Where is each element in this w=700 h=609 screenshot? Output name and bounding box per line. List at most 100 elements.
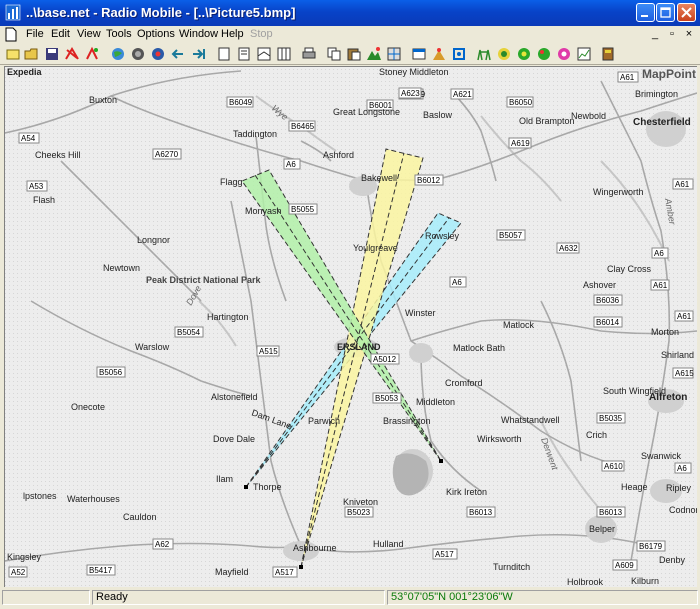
green-globe-2-icon[interactable] (536, 46, 552, 62)
window-title: ..\base.net - Radio Mobile - [..\Picture… (26, 5, 296, 20)
site-marker-kirk-ireton (439, 459, 443, 463)
road-label: B5023 (347, 508, 371, 517)
place-label: Heage (621, 482, 648, 492)
mappoint-logo: MapPoint (642, 67, 696, 81)
mdi-minimize-icon[interactable]: _ (648, 28, 662, 41)
place-label: Ripley (666, 483, 692, 493)
road-label: A61 (677, 312, 692, 321)
map-view[interactable]: B6049 B6049 B6465 B6001 A623 A621 B6050 … (4, 66, 697, 587)
map-canvas[interactable]: B6049 B6049 B6465 B6001 A623 A621 B6050 … (5, 67, 697, 587)
merge-icon[interactable] (386, 46, 402, 62)
menu-options[interactable]: Options (137, 28, 175, 40)
road-label: A6 (654, 249, 664, 258)
book-icon[interactable] (600, 46, 616, 62)
place-label: Kilburn (631, 576, 659, 586)
place-label: Taddington (233, 129, 277, 139)
road-label: A609 (615, 561, 634, 570)
menu-tools[interactable]: Tools (106, 28, 132, 40)
place-label: Mayfield (215, 567, 249, 577)
green-globe-icon[interactable] (516, 46, 532, 62)
place-label: Clay Cross (607, 264, 652, 274)
road-label: A515 (259, 347, 278, 356)
place-label: Brassington (383, 416, 431, 426)
page-left-icon[interactable] (216, 46, 232, 62)
place-label: Ilam (216, 474, 233, 484)
paste-icon[interactable] (346, 46, 362, 62)
copy-icon[interactable] (326, 46, 342, 62)
network-icon[interactable] (64, 46, 80, 62)
page-right-icon[interactable] (236, 46, 252, 62)
open-icon[interactable] (24, 46, 40, 62)
menu-view[interactable]: View (77, 28, 101, 40)
place-label: lpstones (23, 491, 57, 501)
document-icon[interactable] (4, 27, 18, 42)
place-label: Baslow (423, 110, 453, 120)
fit-icon[interactable] (451, 46, 467, 62)
maximize-button[interactable] (656, 3, 675, 22)
grid-sheet-icon[interactable] (276, 46, 292, 62)
place-label: Chesterfield (633, 117, 691, 128)
place-label: Wirksworth (477, 434, 522, 444)
road-label: B5417 (89, 566, 113, 575)
place-label: Old Brampton (519, 116, 575, 126)
place-label: Newtown (103, 263, 140, 273)
map-sheet-icon[interactable] (256, 46, 272, 62)
place-label: Newbold (571, 111, 606, 121)
mdi-restore-icon[interactable]: ▫ (665, 28, 679, 41)
minimize-button[interactable] (636, 3, 655, 22)
map-extract-icon[interactable] (150, 46, 166, 62)
road-label: B5053 (375, 394, 399, 403)
road-label: B6049 (229, 98, 253, 107)
radio-link-icon[interactable] (476, 46, 492, 62)
place-label: Stoney Middleton (379, 67, 449, 77)
style-icon[interactable] (431, 46, 447, 62)
site-marker-thorpe (244, 485, 248, 489)
road-label: A62 (155, 540, 170, 549)
units-icon[interactable] (84, 46, 100, 62)
place-label: Shirland (661, 350, 694, 360)
menu-edit[interactable]: Edit (51, 28, 70, 40)
place-label: Codnor (669, 505, 697, 515)
road-label: B6036 (596, 296, 620, 305)
road-label: B5055 (291, 205, 315, 214)
place-label: Kniveton (343, 497, 378, 507)
road-label: B6179 (639, 542, 663, 551)
place-label: Matlock (503, 320, 535, 330)
road-label: B6465 (291, 122, 315, 131)
print-icon[interactable] (301, 46, 317, 62)
forward-arrow-icon[interactable] (190, 46, 206, 62)
globe-icon[interactable] (110, 46, 126, 62)
elevation-icon[interactable] (366, 46, 382, 62)
place-label: Denby (659, 555, 686, 565)
cartesian-icon[interactable] (576, 46, 592, 62)
map-properties-icon[interactable] (130, 46, 146, 62)
place-label: Expedia (7, 67, 43, 77)
place-label: Cheeks Hill (35, 150, 81, 160)
place-label: Whatstandwell (501, 415, 560, 425)
close-button[interactable] (677, 3, 696, 22)
place-label: ERSLAND (337, 342, 381, 352)
road-label: A615 (675, 369, 694, 378)
menu-window[interactable]: Window (179, 28, 218, 40)
place-label: Cauldon (123, 512, 157, 522)
map-window-icon[interactable] (411, 46, 427, 62)
coverage-icon[interactable] (496, 46, 512, 62)
title-bar[interactable]: ..\base.net - Radio Mobile - [..\Picture… (0, 0, 700, 26)
road-label: B5057 (499, 231, 523, 240)
place-label: Alfreton (649, 392, 687, 403)
place-label: Crich (586, 430, 607, 440)
menu-file[interactable]: File (26, 28, 44, 40)
back-arrow-icon[interactable] (170, 46, 186, 62)
radio-mobile-app-icon (5, 4, 21, 21)
pink-globe-icon[interactable] (556, 46, 572, 62)
menu-help[interactable]: Help (221, 28, 244, 40)
place-label: Holbrook (567, 577, 604, 587)
place-label: Onecote (71, 402, 105, 412)
menu-stop: Stop (250, 28, 273, 40)
new-icon[interactable] (5, 46, 21, 62)
place-label: Kingsley (7, 552, 42, 562)
place-label: Brimington (635, 89, 678, 99)
save-icon[interactable] (44, 46, 60, 62)
place-label: Swanwick (641, 451, 682, 461)
mdi-close-icon[interactable]: × (682, 28, 696, 41)
